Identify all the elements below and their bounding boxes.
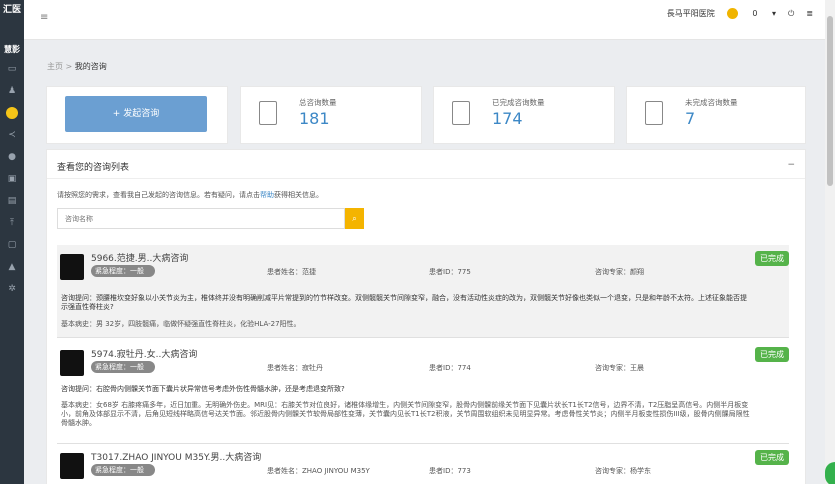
consult-question: 咨询提问：右腔骨内侧髁关节面下囊片状异常信号考虑外伤性骨髓水肿，还是考虑退变所致… xyxy=(61,385,345,393)
urgency-badge: 紧急程度：一般 xyxy=(91,464,155,476)
scan-thumbnail[interactable] xyxy=(60,350,84,376)
sidebar-brand: 慧影 xyxy=(4,45,20,54)
consult-question: 咨询提问：颈腰椎坎变好象以小关节炎为主，椎体终并没有明确削减平片常提到的竹节样改… xyxy=(61,294,747,311)
status-badge: 已完成 xyxy=(755,347,789,362)
urgency-badge: 紧急程度：一般 xyxy=(91,265,155,277)
consult-expert: 咨询专家：颜翔 xyxy=(595,268,644,276)
upload-icon[interactable]: ⤒ xyxy=(0,212,24,234)
settings-icon[interactable]: ≣ xyxy=(806,9,813,18)
patient-id: 患者ID：775 xyxy=(429,268,471,276)
lock-icon[interactable]: ▲ xyxy=(0,256,24,278)
divider xyxy=(47,178,805,179)
stat-label: 总咨询数量 xyxy=(299,98,337,107)
consult-list-panel: 查看您的咨询列表 − 请按照您的需求，查看我自己发起的咨询信息。若有疑问，请点击… xyxy=(46,149,806,484)
search-input[interactable] xyxy=(57,208,345,229)
stat-value: 7 xyxy=(685,109,696,128)
patient-history: 基本病史：女68岁 右膝疼痛多年，近日加重。无明确外伤史。MRI见：右膝关节对位… xyxy=(61,401,750,427)
list-item[interactable]: T3017.ZHAO JINYOU M35Y.男..大病咨询 紧急程度：一般 患… xyxy=(57,444,789,484)
patient-name: 患者姓名：寂牡丹 xyxy=(267,364,323,372)
gear-icon[interactable]: ✲ xyxy=(0,278,24,300)
breadcrumb-current: 我的咨询 xyxy=(74,62,107,71)
doc-icon[interactable]: ▤ xyxy=(0,190,24,212)
stat-label: 已完成咨询数量 xyxy=(492,98,545,107)
start-consult-button[interactable]: + 发起咨询 xyxy=(65,96,207,132)
topbar: ≡ 長马平阳医院 0 ▾ ⏻ ≣ xyxy=(24,0,825,40)
menu-icon[interactable]: ≡ xyxy=(40,12,48,23)
image-icon[interactable]: ▣ xyxy=(0,168,24,190)
patient-name: 患者姓名：范捷 xyxy=(267,268,316,276)
stat-card-total: 总咨询数量 181 xyxy=(240,86,422,144)
file-icon[interactable]: ▢ xyxy=(0,234,24,256)
consult-icon[interactable] xyxy=(0,102,24,124)
start-card: + 发起咨询 xyxy=(46,86,228,144)
breadcrumb-sep: > xyxy=(65,62,73,71)
urgency-badge: 紧急程度：一般 xyxy=(91,361,155,373)
floating-help-button[interactable] xyxy=(825,462,835,484)
consult-expert: 咨询专家：杨学东 xyxy=(595,467,651,475)
document-icon xyxy=(645,101,663,125)
scrollbar-thumb[interactable] xyxy=(827,16,833,186)
breadcrumb: 主页 > 我的咨询 xyxy=(47,61,107,72)
logout-icon[interactable]: ⏻ xyxy=(788,9,794,19)
share-icon[interactable]: ≺ xyxy=(0,124,24,146)
status-badge: 已完成 xyxy=(755,251,789,266)
item-title[interactable]: 5966.范捷.男..大病咨询 xyxy=(91,251,188,264)
patient-id: 患者ID：773 xyxy=(429,467,471,475)
stat-card-done: 已完成咨询数量 174 xyxy=(433,86,615,144)
item-title[interactable]: T3017.ZHAO JINYOU M35Y.男..大病咨询 xyxy=(91,450,261,463)
consult-expert: 咨询专家：王晨 xyxy=(595,364,644,372)
patient-name: 患者姓名：ZHAO JINYOU M35Y xyxy=(267,467,370,475)
monitor-icon[interactable]: ▭ xyxy=(0,58,24,80)
sidebar: 汇医 慧影 ▭ ♟ ≺ ● ▣ ▤ ⤒ ▢ ▲ ✲ xyxy=(0,0,24,484)
hospital-name[interactable]: 長马平阳医院 xyxy=(667,8,715,19)
breadcrumb-home[interactable]: 主页 xyxy=(47,62,63,71)
stat-label: 未完成咨询数量 xyxy=(685,98,738,107)
help-link[interactable]: 帮助 xyxy=(260,191,274,199)
scan-thumbnail[interactable] xyxy=(60,453,84,479)
collapse-button[interactable]: − xyxy=(787,160,795,170)
scan-thumbnail[interactable] xyxy=(60,254,84,280)
chat-icon[interactable]: ● xyxy=(0,146,24,168)
search-icon[interactable]: ⌕ xyxy=(345,208,364,229)
stat-value: 174 xyxy=(492,109,523,128)
list-icon xyxy=(452,101,470,125)
coin-count: 0 xyxy=(752,9,758,18)
stat-value: 181 xyxy=(299,109,330,128)
stat-card-pending: 未完成咨询数量 7 xyxy=(626,86,806,144)
status-badge: 已完成 xyxy=(755,450,789,465)
item-title[interactable]: 5974.寂牡丹.女..大病咨询 xyxy=(91,347,197,360)
sidebar-logo: 汇医 xyxy=(2,5,21,15)
list-item[interactable]: 5974.寂牡丹.女..大病咨询 紧急程度：一般 患者姓名：寂牡丹 患者ID：7… xyxy=(57,341,789,444)
thermometer-icon xyxy=(259,101,277,125)
help-text: 请按照您的需求，查看我自己发起的咨询信息。若有疑问，请点击帮助获得相关信息。 xyxy=(57,191,323,199)
list-item[interactable]: 5966.范捷.男..大病咨询 紧急程度：一般 患者姓名：范捷 患者ID：775… xyxy=(57,245,789,338)
panel-title: 查看您的咨询列表 xyxy=(57,163,130,173)
user-icon[interactable]: ♟ xyxy=(0,80,24,102)
patient-history: 基本病史：男 32岁，四肢髋痛，临做怀疑强直性脊柱炎，化验HLA-27阳性。 xyxy=(61,320,301,328)
page-scrollbar[interactable] xyxy=(825,0,835,484)
coin-badge[interactable]: 0 ▾ xyxy=(726,8,776,19)
patient-id: 患者ID：774 xyxy=(429,364,471,372)
